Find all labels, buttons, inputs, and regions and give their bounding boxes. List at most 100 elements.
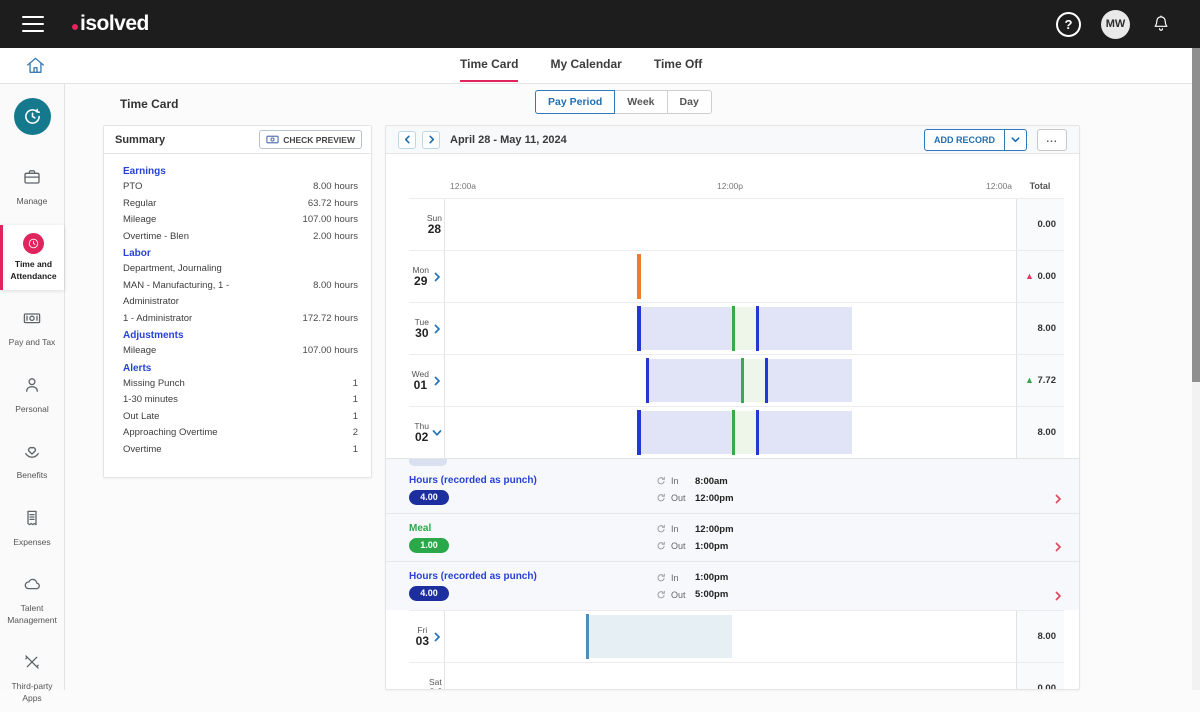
day-total-03: 8.00 <box>1016 611 1064 662</box>
day-label-29[interactable]: Mon29 <box>409 251 444 302</box>
punch-row-meal[interactable]: Meal1.00In12:00pmOut1:00pm <box>386 514 1079 562</box>
summary-section-title-adjustments[interactable]: Adjustments <box>123 330 358 341</box>
sidebar-item-label: Personal <box>2 404 62 415</box>
day-label-01[interactable]: Wed01 <box>409 355 444 406</box>
timeline-wed[interactable] <box>444 355 1016 406</box>
view-pay-period[interactable]: Pay Period <box>535 90 615 114</box>
page-title: Time Card <box>120 97 178 111</box>
check-preview-label: CHECK PREVIEW <box>283 135 355 145</box>
avatar[interactable]: MW <box>1101 10 1130 39</box>
sidebar-item-talent-management[interactable]: Talent Management <box>0 566 64 634</box>
summary-row-label: PTO <box>123 179 142 196</box>
notifications-bell-icon[interactable] <box>1150 13 1172 35</box>
logo-dot <box>72 24 78 30</box>
timeline-thu[interactable] <box>444 407 1016 458</box>
summary-section-title-labor[interactable]: Labor <box>123 248 358 259</box>
summary-row-overtime-blen: Overtime - Blen2.00 hours <box>123 229 358 246</box>
summary-row-label: 1-30 minutes <box>123 392 178 409</box>
vertical-scrollbar[interactable] <box>1192 48 1200 690</box>
sidebar-item-pay-and-tax[interactable]: Pay and Tax <box>0 300 64 356</box>
day-row-sun-28: Sun280.00 <box>409 198 1064 250</box>
scrollbar-thumb[interactable] <box>1192 48 1200 382</box>
hours-block <box>741 359 765 402</box>
summary-row-value: 172.72 hours <box>303 311 358 328</box>
sidebar-item-personal[interactable]: Personal <box>0 367 64 423</box>
punch-row-hours-recorded-as-punch[interactable]: Hours (recorded as punch)4.00In1:00pmOut… <box>386 562 1079 610</box>
punch-type-label: Hours (recorded as punch) <box>409 475 656 486</box>
punch-detail-chevron-icon[interactable] <box>1053 494 1063 504</box>
total-hours-value: 0.00 <box>1038 219 1057 230</box>
punch-detail-chevron-icon[interactable] <box>1053 542 1063 552</box>
tab-my-calendar[interactable]: My Calendar <box>550 48 621 82</box>
add-record-button[interactable]: ADD RECORD <box>924 129 1005 151</box>
next-period-button[interactable] <box>422 131 440 149</box>
punch-tick <box>732 410 735 455</box>
collapse-day-icon[interactable] <box>432 428 442 438</box>
day-label-02[interactable]: Thu02 <box>409 407 444 458</box>
expanded-day-details: Hours (recorded as punch)4.00In8:00amOut… <box>386 458 1079 610</box>
hamburger-menu-icon[interactable] <box>22 16 44 32</box>
tab-time-off[interactable]: Time Off <box>654 48 702 82</box>
more-options-button[interactable]: ... <box>1037 129 1067 151</box>
summary-section-title-earnings[interactable]: Earnings <box>123 166 358 177</box>
summary-row-approaching-overtime: Approaching Overtime2 <box>123 425 358 442</box>
timecard-header: April 28 - May 11, 2024 ADD RECORD ... <box>386 126 1079 154</box>
punch-in-icon <box>656 476 666 486</box>
summary-row-out-late: Out Late1 <box>123 409 358 426</box>
summary-section-title-alerts[interactable]: Alerts <box>123 363 358 374</box>
summary-row-value: 107.00 hours <box>303 343 358 360</box>
view-week[interactable]: Week <box>614 90 667 114</box>
quick-clock-button[interactable] <box>14 98 51 135</box>
hours-block <box>586 615 732 658</box>
timeline-mon[interactable] <box>444 251 1016 302</box>
summary-row-value: 107.00 hours <box>303 212 358 229</box>
punch-tick <box>741 358 744 403</box>
day-row-wed-01: Wed01▲7.72 <box>409 354 1064 406</box>
day-row-tue-30: Tue30 8.00 <box>409 302 1064 354</box>
tab-time-card[interactable]: Time Card <box>460 48 518 82</box>
home-icon[interactable] <box>24 54 47 77</box>
view-day[interactable]: Day <box>667 90 712 114</box>
punch-detail-chevron-icon[interactable] <box>1053 591 1063 601</box>
day-label-03[interactable]: Fri03 <box>409 611 444 662</box>
summary-row-1-administrator: 1 - Administrator172.72 hours <box>123 311 358 328</box>
out-label: Out <box>671 493 695 503</box>
left-sidebar: Manage Time and Attendance Pay and Tax Pers… <box>0 84 65 690</box>
timeline-sun[interactable] <box>444 199 1016 250</box>
check-preview-button[interactable]: CHECK PREVIEW <box>259 130 362 149</box>
expand-day-icon[interactable] <box>432 324 442 334</box>
time-axis: 12:00a 12:00p 12:00a Total <box>409 181 1064 198</box>
briefcase-icon <box>22 167 42 187</box>
sidebar-item-label: Manage <box>2 196 62 207</box>
day-total-30: 8.00 <box>1016 303 1064 354</box>
sidebar-item-benefits[interactable]: Benefits <box>0 433 64 489</box>
expand-day-icon[interactable] <box>432 272 442 282</box>
sidebar-item-label: Expenses <box>2 537 62 548</box>
tools-icon <box>22 652 42 672</box>
punch-hours-badge: 1.00 <box>409 538 449 553</box>
expand-day-icon[interactable] <box>432 632 442 642</box>
help-icon[interactable]: ? <box>1056 12 1081 37</box>
logo-text: isolved <box>80 12 149 36</box>
summary-row-label: MAN - Manufacturing, 1 - Administrator <box>123 278 283 311</box>
timeline-tue[interactable] <box>444 303 1016 354</box>
punch-in-icon <box>656 573 666 583</box>
timeline-sat[interactable] <box>444 663 1016 690</box>
sidebar-item-expenses[interactable]: Expenses <box>0 500 64 556</box>
summary-row-label: Department, Journaling <box>123 261 222 278</box>
hours-block <box>756 411 852 454</box>
sidebar-item-manage[interactable]: Manage <box>0 159 64 215</box>
punch-out-icon <box>656 590 666 600</box>
heart-icon <box>22 441 42 461</box>
axis-label-midnight-right: 12:00a <box>986 181 1012 191</box>
timeline-fri[interactable] <box>444 611 1016 662</box>
day-label-30[interactable]: Tue30 <box>409 303 444 354</box>
sidebar-item-third-party-apps[interactable]: Third-party Apps <box>0 644 64 712</box>
out-label: Out <box>671 541 695 551</box>
add-record-split-button: ADD RECORD <box>924 129 1027 151</box>
sidebar-item-time-and-attendance[interactable]: Time and Attendance <box>0 225 64 290</box>
punch-row-hours-recorded-as-punch[interactable]: Hours (recorded as punch)4.00In8:00amOut… <box>386 466 1079 514</box>
prev-period-button[interactable] <box>398 131 416 149</box>
expand-day-icon[interactable] <box>432 376 442 386</box>
add-record-dropdown[interactable] <box>1005 129 1027 151</box>
